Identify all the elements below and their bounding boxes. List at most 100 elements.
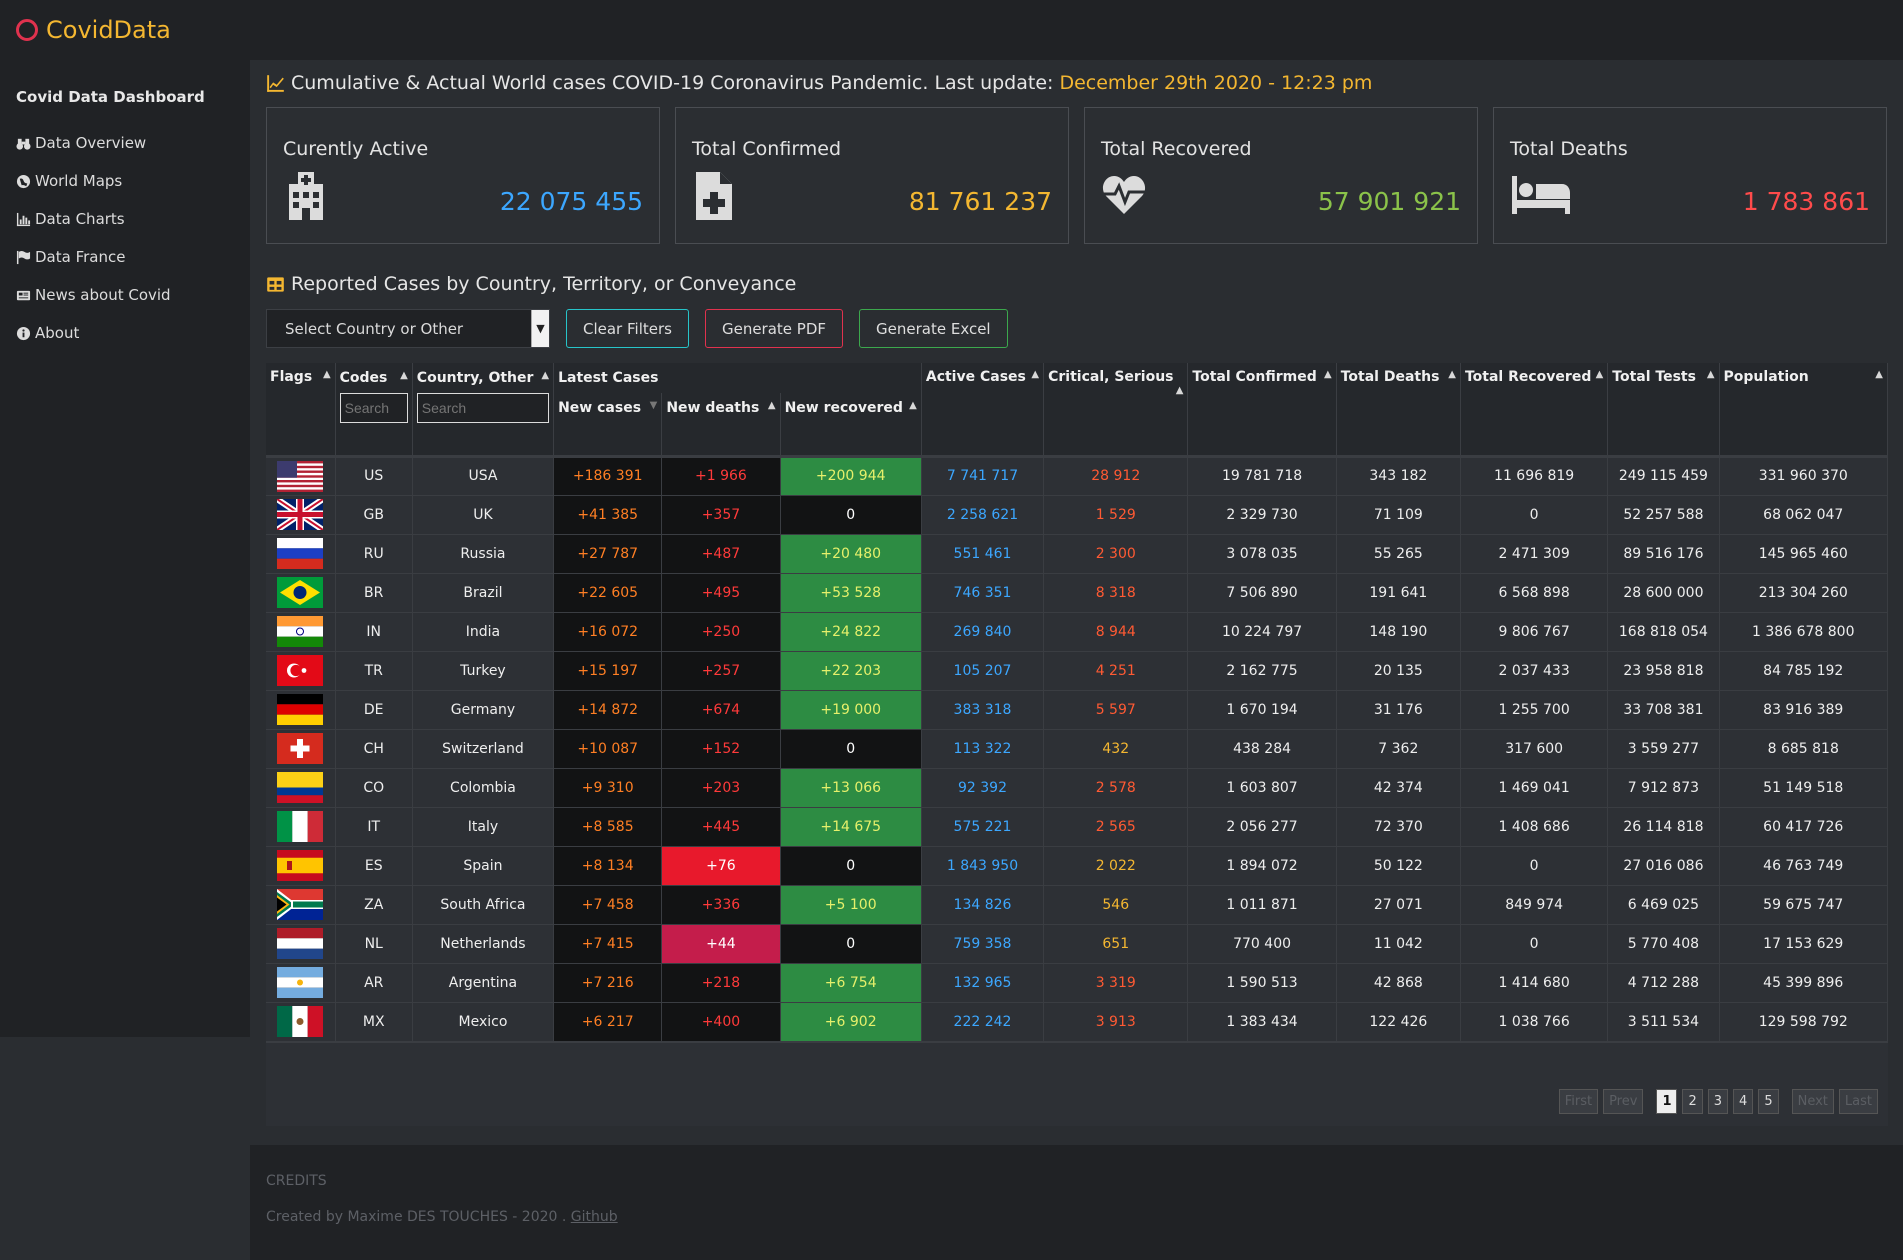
header-latest-cases: Latest Cases — [553, 363, 922, 393]
flag-nl-icon — [277, 928, 324, 959]
prev-page-button[interactable]: Prev — [1603, 1088, 1644, 1114]
country-search-input[interactable] — [416, 393, 549, 423]
sidebar-item-data-overview[interactable]: Data Overview — [0, 124, 250, 162]
sidebar-item-news[interactable]: News about Covid — [0, 276, 250, 314]
table-row[interactable]: IT Italy +8 585 +445 +14 675 575 221 2 565 2 05… — [266, 807, 1889, 847]
first-page-button[interactable]: First — [1558, 1088, 1599, 1114]
header-codes[interactable]: Codes ▲ — [335, 363, 413, 393]
flag-ru-icon — [277, 538, 324, 569]
header-spacer — [780, 423, 922, 456]
codes-search-input[interactable] — [339, 393, 408, 423]
total-recovered-cell: 6 568 898 — [1460, 573, 1609, 613]
code-cell: ES — [335, 846, 413, 886]
header-spacer — [661, 423, 781, 456]
population-cell: 1 386 678 800 — [1719, 612, 1889, 652]
page-button[interactable]: 4 — [1733, 1088, 1754, 1114]
total-confirmed-cell: 2 056 277 — [1187, 807, 1337, 847]
table-row[interactable]: MX Mexico +6 217 +400 +6 902 222 242 3 913 1 38… — [266, 1002, 1889, 1042]
active-cases-cell: 113 322 — [921, 729, 1045, 769]
footer: CREDITS Created by Maxime DES TOUCHES - … — [250, 1145, 1903, 1260]
population-cell: 8 685 818 — [1719, 729, 1889, 769]
flag-cell — [266, 885, 336, 925]
table-row[interactable]: ZA South Africa +7 458 +336 +5 100 134 826 546… — [266, 885, 1889, 925]
header-population[interactable]: Population ▲ — [1719, 363, 1889, 456]
new-deaths-cell: +1 966 — [661, 454, 781, 496]
github-link[interactable]: Github — [571, 1209, 618, 1225]
total-confirmed-cell: 2 329 730 — [1187, 495, 1337, 535]
population-cell: 46 763 749 — [1719, 846, 1889, 886]
code-cell: RU — [335, 534, 413, 574]
card-active: Curently Active 22 075 455 — [266, 107, 660, 244]
header-active[interactable]: Active Cases ▲ — [921, 363, 1045, 456]
flag-cell — [266, 963, 336, 1003]
total-deaths-cell: 122 426 — [1336, 1002, 1461, 1042]
card-deaths: Total Deaths 1 783 861 — [1493, 107, 1887, 244]
total-deaths-cell: 50 122 — [1336, 846, 1461, 886]
new-cases-cell: +27 787 — [553, 534, 663, 574]
sidebar-item-world-maps[interactable]: World Maps — [0, 162, 250, 200]
population-cell: 17 153 629 — [1719, 924, 1889, 964]
flag-ch-icon — [277, 733, 324, 764]
new-cases-cell: +16 072 — [553, 612, 663, 652]
new-cases-cell: +8 585 — [553, 807, 663, 847]
header-new-recovered[interactable]: New recovered ▲ — [780, 393, 922, 423]
active-cases-cell: 2 258 621 — [921, 495, 1045, 535]
sidebar-item-about[interactable]: About — [0, 314, 250, 352]
pagination: First Prev 1 2 3 4 5 Next Last — [1558, 1088, 1878, 1114]
table-row[interactable]: ES Spain +8 134 +76 0 1 843 950 2 022 1 894 072… — [266, 846, 1889, 886]
sidebar-item-label: News about Covid — [35, 286, 171, 304]
new-recovered-cell: +200 944 — [780, 454, 922, 496]
table-row[interactable]: RU Russia +27 787 +487 +20 480 551 461 2 300 3 … — [266, 534, 1889, 574]
chevron-down-icon[interactable]: ▼ — [531, 310, 549, 347]
new-deaths-cell: +257 — [661, 651, 781, 691]
header-total-deaths[interactable]: Total Deaths ▲ — [1336, 363, 1461, 456]
new-deaths-cell: +495 — [661, 573, 781, 613]
header-country[interactable]: Country, Other ▲ — [412, 363, 555, 393]
table-row[interactable]: TR Turkey +15 197 +257 +22 203 105 207 4 251 2 … — [266, 651, 1889, 691]
sidebar-item-data-france[interactable]: Data France — [0, 238, 250, 276]
page-button[interactable]: 5 — [1758, 1088, 1779, 1114]
total-deaths-cell: 31 176 — [1336, 690, 1461, 730]
active-cases-cell: 92 392 — [921, 768, 1045, 808]
table-icon — [267, 276, 284, 292]
last-page-button[interactable]: Last — [1838, 1088, 1878, 1114]
generate-pdf-button[interactable]: Generate PDF — [704, 309, 844, 348]
sort-up-icon: ▲ — [541, 370, 550, 381]
heartbeat-icon — [1102, 176, 1146, 214]
clear-filters-button[interactable]: Clear Filters — [566, 309, 689, 348]
page-button[interactable]: 3 — [1707, 1088, 1729, 1114]
table-row[interactable]: NL Netherlands +7 415 +44 0 759 358 651 770 400… — [266, 924, 1889, 964]
table-row[interactable]: AR Argentina +7 216 +218 +6 754 132 965 3 319 1… — [266, 963, 1889, 1003]
total-recovered-cell: 1 469 041 — [1460, 768, 1609, 808]
table-row[interactable]: BR Brazil +22 605 +495 +53 528 746 351 8 318 7 … — [266, 573, 1889, 613]
last-update-date: December 29th 2020 - 12:23 pm — [1059, 72, 1373, 94]
table-row[interactable]: GB UK +41 385 +357 0 2 258 621 1 529 2 329 730 7… — [266, 495, 1889, 535]
table-row[interactable]: IN India +16 072 +250 +24 822 269 840 8 944 10 … — [266, 612, 1889, 652]
country-select[interactable]: Select Country or Other ▼ — [266, 309, 550, 348]
page-button[interactable]: 1 — [1656, 1088, 1678, 1114]
new-cases-cell: +7 216 — [553, 963, 663, 1003]
active-cases-cell: 575 221 — [921, 807, 1045, 847]
next-page-button[interactable]: Next — [1791, 1088, 1834, 1114]
header-critical[interactable]: Critical, Serious ▲ — [1043, 363, 1189, 456]
header-flags[interactable]: Flags ▲ — [266, 363, 336, 456]
header-total-recovered[interactable]: Total Recovered ▲ — [1460, 363, 1609, 456]
table-row[interactable]: CH Switzerland +10 087 +152 0 113 322 432 438 2… — [266, 729, 1889, 769]
sidebar-item-label: Data Overview — [35, 134, 147, 152]
table-row[interactable]: DE Germany +14 872 +674 +19 000 383 318 5 597 1… — [266, 690, 1889, 730]
page-button[interactable]: 2 — [1682, 1088, 1703, 1114]
table-row[interactable]: CO Colombia +9 310 +203 +13 066 92 392 2 578 1 … — [266, 768, 1889, 808]
brand-name[interactable]: CovidData — [46, 16, 171, 44]
header-total-confirmed[interactable]: Total Confirmed ▲ — [1187, 363, 1337, 456]
generate-excel-button[interactable]: Generate Excel — [859, 309, 1008, 348]
sidebar-item-data-charts[interactable]: Data Charts — [0, 200, 250, 238]
header-total-tests[interactable]: Total Tests ▲ — [1607, 363, 1720, 456]
population-cell: 59 675 747 — [1719, 885, 1889, 925]
code-cell: MX — [335, 1002, 413, 1042]
table-row[interactable]: US USA +186 391 +1 966 +200 944 7 741 717 28 9… — [266, 454, 1889, 496]
header-new-cases[interactable]: New cases ▼ — [553, 393, 663, 423]
total-tests-cell: 6 469 025 — [1607, 885, 1720, 925]
header-new-deaths[interactable]: New deaths ▲ — [661, 393, 781, 423]
flag-cell — [266, 690, 336, 730]
active-cases-cell: 7 741 717 — [921, 454, 1045, 496]
